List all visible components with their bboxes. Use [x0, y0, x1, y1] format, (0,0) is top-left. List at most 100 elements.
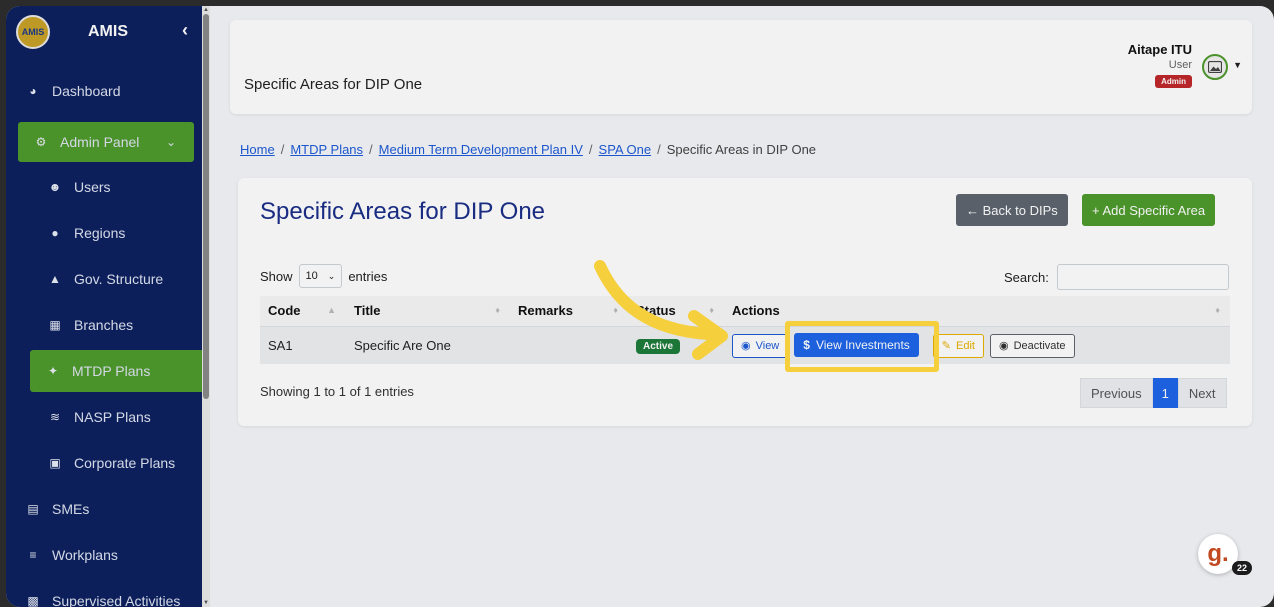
caret-down-icon[interactable]: ▼: [1233, 60, 1242, 70]
chevron-down-icon: ⌄: [327, 270, 336, 281]
brand-name: AMIS: [88, 23, 128, 40]
sidebar-item-regions[interactable]: ● Regions: [6, 210, 206, 256]
breadcrumb-spa[interactable]: SPA One: [599, 142, 652, 157]
view-investments-label: View Investments: [815, 338, 910, 352]
image-icon: [1208, 61, 1222, 73]
sidebar-item-mtdp-plans[interactable]: ✦ MTDP Plans: [30, 350, 204, 392]
dollar-icon: $: [803, 338, 810, 352]
gear-icon: ⚙: [35, 135, 47, 149]
sort-icon: ▲: [327, 305, 336, 315]
column-header-title[interactable]: Title ♦: [346, 296, 510, 327]
cell-status: Active: [628, 326, 724, 364]
show-label: Show: [260, 268, 293, 284]
column-header-status[interactable]: Status ♦: [628, 296, 724, 327]
store-icon: ▤: [27, 502, 39, 516]
breadcrumb-plan[interactable]: Medium Term Development Plan IV: [379, 142, 583, 157]
sort-icon: ♦: [1215, 305, 1220, 315]
sitemap-icon: ▲: [49, 272, 61, 286]
sidebar-item-label: Corporate Plans: [74, 455, 176, 471]
cell-code: SA1: [260, 326, 346, 364]
users-icon: ☻: [48, 180, 62, 194]
avatar[interactable]: [1202, 54, 1228, 80]
view-label: View: [755, 339, 780, 352]
toggle-off-icon: ◉: [998, 340, 1009, 352]
back-to-dips-button[interactable]: ← Back to DIPs: [956, 194, 1068, 226]
cell-remarks: [510, 326, 628, 364]
sidebar-item-label: Regions: [74, 225, 126, 241]
user-role: User: [1168, 59, 1192, 71]
top-header: Specific Areas for DIP One Aitape ITU Us…: [230, 20, 1252, 114]
sidebar-item-nasp-plans[interactable]: ≋ NASP Plans: [6, 394, 206, 440]
next-page-button[interactable]: Next: [1177, 378, 1227, 408]
breadcrumb-separator: /: [369, 142, 373, 157]
briefcase-icon: ▣: [49, 456, 61, 470]
page-1-button[interactable]: 1: [1152, 378, 1178, 408]
sidebar-item-corporate-plans[interactable]: ▣ Corporate Plans: [6, 440, 206, 486]
tree-icon: ✦: [47, 364, 59, 378]
search-input[interactable]: [1056, 264, 1229, 290]
specific-areas-table: Code ▲ Title ♦ Remarks ♦ Status ♦ Actions ♦ S…: [260, 296, 1230, 364]
column-header-remarks[interactable]: Remarks ♦: [510, 296, 628, 327]
sidebar-item-supervised-activities[interactable]: ▩ Supervised Activities: [6, 578, 206, 607]
admin-badge: Admin: [1155, 75, 1192, 88]
deactivate-button[interactable]: ◉ Deactivate: [989, 333, 1075, 358]
edit-icon: ✎: [941, 340, 951, 352]
breadcrumb-separator: /: [280, 142, 285, 157]
column-header-code[interactable]: Code ▲: [260, 296, 346, 327]
sidebar-scrollbar[interactable]: ▲ ▼: [202, 6, 210, 607]
sidebar-item-dashboard[interactable]: ◕ Dashboard: [6, 68, 206, 114]
view-investments-button[interactable]: $ View Investments: [794, 333, 919, 357]
clipboard-icon: ▩: [27, 594, 39, 607]
amis-logo: AMIS: [16, 15, 50, 49]
sidebar-item-workplans[interactable]: ≡ Workplans: [6, 532, 206, 578]
sidebar-item-label: Gov. Structure: [74, 271, 164, 287]
scroll-down-icon[interactable]: ▼: [202, 599, 210, 607]
deactivate-label: Deactivate: [1013, 339, 1066, 352]
entries-select[interactable]: 10 ⌄: [298, 264, 343, 288]
sidebar-item-label: NASP Plans: [74, 409, 151, 425]
pagination: Previous 1 Next: [1080, 378, 1227, 408]
sidebar-item-label: Users: [74, 179, 111, 195]
table-row: SA1 Specific Are One Active ◉ View $ View I…: [260, 326, 1230, 364]
search-control: Search:: [1004, 264, 1229, 290]
header-label: Actions: [732, 303, 780, 319]
breadcrumb-separator: /: [588, 142, 593, 157]
table-header-row: Code ▲ Title ♦ Remarks ♦ Status ♦ Actions ♦: [260, 296, 1230, 327]
sidebar: AMIS AMIS ‹ ◕ Dashboard ⚙ Admin Panel ⌄ …: [6, 6, 210, 607]
scroll-up-icon[interactable]: ▲: [202, 6, 210, 14]
search-label: Search:: [1004, 269, 1049, 285]
eye-icon: ◉: [741, 340, 751, 352]
sort-icon: ♦: [613, 305, 618, 315]
edit-label: Edit: [956, 339, 975, 352]
previous-page-button[interactable]: Previous: [1080, 378, 1153, 408]
sidebar-item-smes[interactable]: ▤ SMEs: [6, 486, 206, 532]
column-header-actions[interactable]: Actions ♦: [724, 296, 1230, 327]
status-badge: Active: [636, 338, 681, 354]
chevron-down-icon: ⌄: [165, 135, 176, 149]
entries-label: entries: [348, 268, 388, 284]
header-label: Title: [354, 303, 381, 319]
breadcrumb: Home / MTDP Plans / Medium Term Development …: [240, 142, 816, 157]
map-pin-icon: ●: [51, 226, 59, 240]
sidebar-item-branches[interactable]: ▦ Branches: [6, 302, 206, 348]
dashboard-icon: ◕: [29, 84, 37, 98]
building-icon: ▦: [49, 318, 61, 332]
specific-areas-card: Specific Areas for DIP One ← Back to DIP…: [238, 178, 1252, 426]
table-info: Showing 1 to 1 of 1 entries: [260, 384, 414, 399]
sidebar-item-label: Dashboard: [52, 83, 121, 99]
edit-button[interactable]: ✎ Edit: [932, 333, 984, 358]
view-button[interactable]: ◉ View: [732, 333, 789, 358]
user-info: Aitape ITU User Admin: [1128, 42, 1192, 89]
breadcrumb-mtdp-plans[interactable]: MTDP Plans: [290, 142, 363, 157]
sidebar-item-gov-structure[interactable]: ▲ Gov. Structure: [6, 256, 206, 302]
add-specific-area-button[interactable]: + Add Specific Area: [1082, 194, 1216, 226]
sort-icon: ♦: [495, 305, 500, 315]
sidebar-item-users[interactable]: ☻ Users: [6, 164, 206, 210]
breadcrumb-home[interactable]: Home: [240, 142, 275, 157]
chevron-left-icon[interactable]: ‹: [182, 20, 188, 41]
user-name: Aitape ITU: [1127, 42, 1192, 57]
sort-icon: ♦: [709, 305, 714, 315]
header-label: Code: [268, 303, 301, 319]
scrollbar-thumb[interactable]: [203, 14, 209, 399]
sidebar-item-admin-panel[interactable]: ⚙ Admin Panel ⌄: [18, 122, 194, 162]
